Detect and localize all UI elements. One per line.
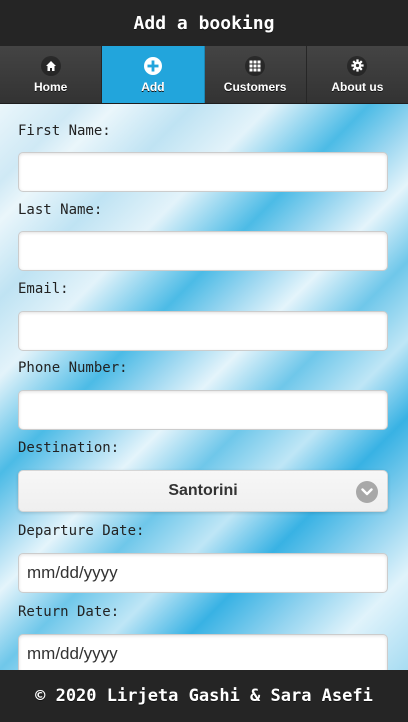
- nav-item-add[interactable]: Add: [102, 46, 205, 103]
- nav-item-label: Home: [33, 79, 68, 94]
- app: Add a booking Home Add Customers About u…: [0, 0, 408, 722]
- departure-date-placeholder: mm/dd/yyyy: [27, 563, 118, 582]
- last-name-field[interactable]: [18, 231, 388, 271]
- nav-item-customers[interactable]: Customers: [204, 46, 307, 103]
- email-label: Email:: [18, 281, 69, 297]
- departure-label: Departure Date:: [18, 523, 145, 539]
- first-name-label: First Name:: [18, 123, 111, 139]
- page-footer: © 2020 Lirjeta Gashi & Sara Asefi: [0, 670, 408, 722]
- page-title: Add a booking: [133, 12, 275, 34]
- plus-icon: [143, 56, 163, 76]
- destination-label: Destination:: [18, 440, 120, 456]
- nav-item-about[interactable]: About us: [306, 46, 408, 103]
- nav-item-label: Customers: [223, 79, 287, 94]
- destination-select[interactable]: Santorini: [18, 470, 388, 512]
- navbar: Home Add Customers About us: [0, 46, 408, 104]
- booking-form: First Name: Last Name: Email: Phone Numb…: [0, 104, 408, 670]
- page-header: Add a booking: [0, 0, 408, 46]
- return-date-placeholder: mm/dd/yyyy: [27, 644, 118, 663]
- first-name-field[interactable]: [18, 152, 388, 192]
- nav-item-home[interactable]: Home: [0, 46, 103, 103]
- home-icon: [40, 55, 61, 76]
- email-field[interactable]: [18, 311, 388, 351]
- departure-date-field[interactable]: mm/dd/yyyy: [18, 553, 388, 593]
- nav-item-label: About us: [331, 79, 384, 94]
- nav-item-label: Add: [141, 79, 165, 94]
- grid-icon: [245, 55, 266, 76]
- phone-field[interactable]: [18, 390, 388, 430]
- destination-value: Santorini: [168, 482, 238, 499]
- return-date-field[interactable]: mm/dd/yyyy: [18, 634, 388, 670]
- gear-icon: [347, 55, 368, 76]
- footer-text: © 2020 Lirjeta Gashi & Sara Asefi: [35, 686, 373, 706]
- last-name-label: Last Name:: [18, 202, 103, 218]
- return-label: Return Date:: [18, 604, 120, 620]
- phone-label: Phone Number:: [18, 360, 128, 376]
- chevron-down-icon: [356, 481, 378, 503]
